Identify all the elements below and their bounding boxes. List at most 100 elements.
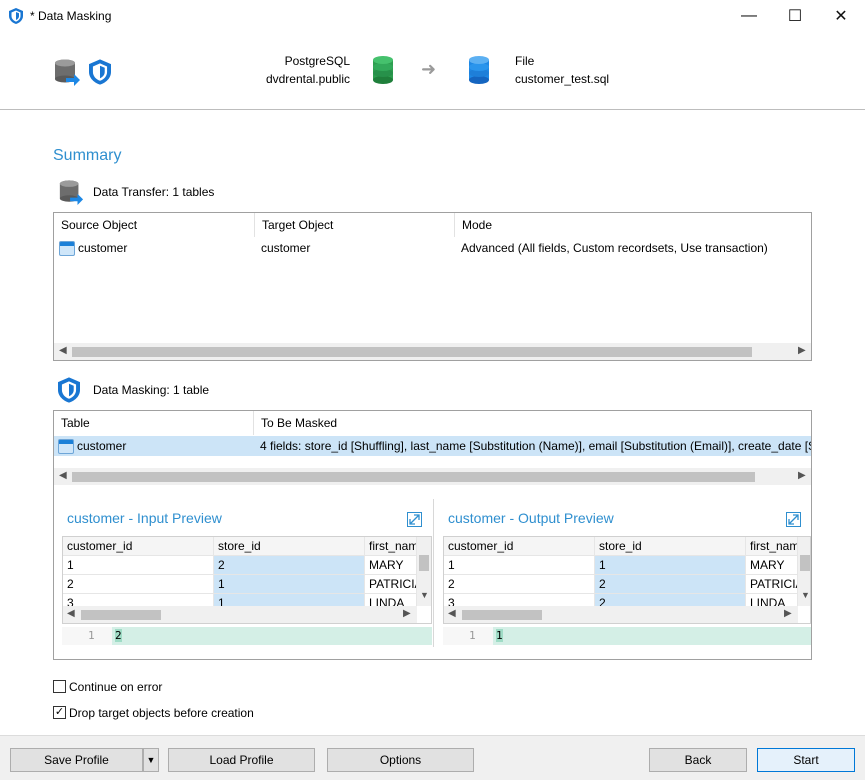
options-button[interactable]: Options bbox=[327, 748, 474, 772]
line-number: 1 bbox=[469, 629, 476, 642]
grid-cell[interactable]: MARY bbox=[365, 556, 417, 575]
column-header-first-name[interactable]: first_nam bbox=[746, 537, 798, 556]
footer-bar: Save Profile ▼ Load Profile Options Back… bbox=[0, 735, 865, 780]
start-button[interactable]: Start bbox=[757, 748, 855, 772]
preview-divider bbox=[433, 499, 434, 647]
column-header-table[interactable]: Table bbox=[54, 411, 254, 435]
grid-cell[interactable]: 2 bbox=[214, 556, 365, 575]
scrollbar-thumb[interactable] bbox=[72, 472, 755, 482]
checkbox-box[interactable] bbox=[53, 680, 66, 694]
scrollbar-thumb[interactable] bbox=[81, 610, 161, 620]
wizard-header: PostgreSQL dvdrental.public ➜ File custo… bbox=[0, 32, 865, 110]
column-header-source-object[interactable]: Source Object bbox=[54, 213, 255, 237]
column-header-store-id[interactable]: store_id bbox=[595, 537, 746, 556]
input-value-editor[interactable]: 1 2 bbox=[62, 627, 432, 645]
column-header-customer-id[interactable]: customer_id bbox=[63, 537, 214, 556]
grid-cell[interactable]: 2 bbox=[444, 575, 595, 594]
input-preview-title: customer - Input Preview bbox=[67, 510, 222, 526]
load-profile-button[interactable]: Load Profile bbox=[168, 748, 315, 772]
scrollbar-thumb[interactable] bbox=[800, 555, 810, 571]
source-info: PostgreSQL dvdrental.public bbox=[240, 52, 350, 88]
target-object-cell: customer bbox=[261, 241, 311, 255]
scrollbar-thumb[interactable] bbox=[419, 555, 429, 571]
column-header-first-name[interactable]: first_nam bbox=[365, 537, 417, 556]
scroll-right-icon[interactable]: ▶ bbox=[798, 345, 806, 356]
horizontal-scrollbar[interactable]: ◀ ▶ bbox=[63, 606, 417, 623]
grid-cell[interactable]: 1 bbox=[444, 556, 595, 575]
target-type-label: File bbox=[515, 54, 535, 68]
continue-on-error-label: Continue on error bbox=[69, 680, 163, 694]
input-preview-grid: customer_id store_id first_nam 1 2 MARY … bbox=[62, 536, 432, 624]
data-masking-shield-icon bbox=[58, 377, 80, 403]
grid-cell[interactable]: PATRICIA bbox=[365, 575, 417, 594]
grid-cell[interactable]: 1 bbox=[595, 556, 746, 575]
scroll-left-icon[interactable]: ◀ bbox=[448, 608, 456, 619]
table-icon bbox=[59, 241, 75, 257]
scroll-right-icon[interactable]: ▶ bbox=[403, 608, 411, 619]
back-button[interactable]: Back bbox=[649, 748, 747, 772]
scroll-down-icon[interactable]: ▼ bbox=[420, 590, 429, 600]
output-value-editor[interactable]: 1 1 bbox=[443, 627, 811, 645]
vertical-scrollbar[interactable]: ▼ bbox=[417, 537, 431, 606]
shield-icon bbox=[9, 8, 23, 24]
data-transfer-icon bbox=[55, 59, 80, 86]
editor-value: 2 bbox=[115, 629, 122, 642]
masking-table-cell[interactable]: customer bbox=[58, 436, 253, 456]
data-transfer-label: Data Transfer: 1 tables bbox=[93, 185, 215, 199]
column-header-store-id[interactable]: store_id bbox=[214, 537, 365, 556]
horizontal-scrollbar[interactable]: ◀ ▶ bbox=[54, 468, 811, 485]
data-transfer-icon bbox=[59, 180, 84, 205]
output-preview-grid: customer_id store_id first_nam 1 1 MARY … bbox=[443, 536, 811, 624]
close-button[interactable]: ✕ bbox=[818, 0, 864, 32]
scroll-right-icon[interactable]: ▶ bbox=[798, 470, 806, 481]
maximize-button[interactable]: ☐ bbox=[772, 0, 818, 32]
scroll-down-icon[interactable]: ▼ bbox=[801, 590, 810, 600]
minimize-button[interactable]: — bbox=[726, 0, 772, 32]
horizontal-scrollbar[interactable]: ◀ ▶ bbox=[444, 606, 798, 623]
save-profile-button[interactable]: Save Profile bbox=[10, 748, 143, 772]
target-info: File customer_test.sql bbox=[515, 52, 609, 88]
source-db-label: PostgreSQL bbox=[284, 54, 350, 68]
scroll-left-icon[interactable]: ◀ bbox=[67, 608, 75, 619]
expand-icon[interactable] bbox=[786, 512, 801, 527]
data-transfer-table: Source Object Target Object Mode custome… bbox=[53, 212, 812, 361]
table-icon bbox=[58, 439, 74, 455]
drop-target-objects-checkbox[interactable]: ✓ Drop target objects before creation bbox=[53, 706, 254, 720]
scrollbar-thumb[interactable] bbox=[462, 610, 542, 620]
column-header-mode[interactable]: Mode bbox=[455, 213, 811, 237]
checkbox-box[interactable]: ✓ bbox=[53, 706, 66, 720]
column-header-to-be-masked[interactable]: To Be Masked bbox=[254, 411, 811, 435]
data-masking-label: Data Masking: 1 table bbox=[93, 383, 210, 397]
scroll-left-icon[interactable]: ◀ bbox=[59, 470, 67, 481]
scrollbar-thumb[interactable] bbox=[72, 347, 752, 357]
save-profile-dropdown-icon[interactable]: ▼ bbox=[143, 748, 159, 772]
scroll-right-icon[interactable]: ▶ bbox=[784, 608, 792, 619]
scroll-left-icon[interactable]: ◀ bbox=[59, 345, 67, 356]
grid-cell[interactable]: 1 bbox=[214, 575, 365, 594]
column-header-customer-id[interactable]: customer_id bbox=[444, 537, 595, 556]
source-schema-label: dvdrental.public bbox=[265, 72, 350, 86]
to-be-masked-cell: 4 fields: store_id [Shuffling], last_nam… bbox=[260, 439, 811, 453]
editor-line[interactable] bbox=[493, 627, 811, 645]
grid-cell[interactable]: PATRICIA bbox=[746, 575, 798, 594]
vertical-scrollbar[interactable]: ▼ bbox=[798, 537, 810, 606]
drop-target-objects-label: Drop target objects before creation bbox=[69, 706, 254, 720]
data-masking-shield-icon bbox=[89, 59, 111, 85]
title-bar: * Data Masking — ☐ ✕ bbox=[0, 0, 865, 32]
mode-cell: Advanced (All fields, Custom recordsets,… bbox=[461, 241, 768, 255]
grid-cell[interactable]: MARY bbox=[746, 556, 798, 575]
editor-line[interactable] bbox=[112, 627, 432, 645]
expand-icon[interactable] bbox=[407, 512, 422, 527]
grid-cell[interactable]: 2 bbox=[595, 575, 746, 594]
file-database-icon bbox=[469, 56, 489, 84]
table-row[interactable]: customer bbox=[59, 238, 254, 258]
editor-value: 1 bbox=[496, 629, 503, 642]
window-title: * Data Masking bbox=[30, 9, 112, 23]
horizontal-scrollbar[interactable]: ◀ ▶ bbox=[54, 343, 811, 360]
continue-on-error-checkbox[interactable]: Continue on error bbox=[53, 680, 162, 694]
line-number: 1 bbox=[88, 629, 95, 642]
column-header-target-object[interactable]: Target Object bbox=[255, 213, 455, 237]
grid-cell[interactable]: 1 bbox=[63, 556, 214, 575]
grid-cell[interactable]: 2 bbox=[63, 575, 214, 594]
source-object-cell: customer bbox=[78, 241, 128, 255]
